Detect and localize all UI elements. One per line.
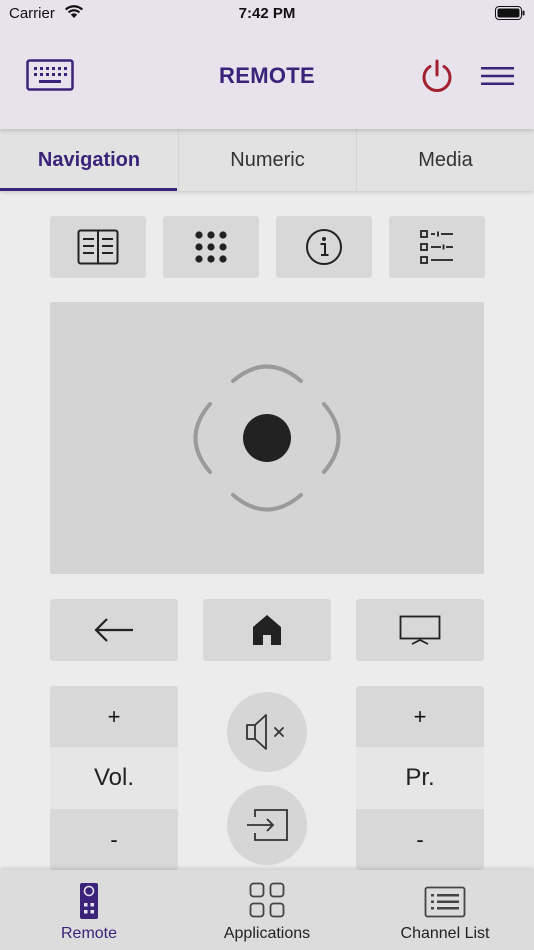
bottom-tab-channel-list[interactable]: Channel List [356,870,534,950]
touchpad[interactable] [50,302,484,574]
bottom-tab-remote[interactable]: Remote [0,870,178,950]
tab-label: Numeric [230,148,305,171]
program-rocker: + Pr. - [356,686,484,870]
tv-icon [399,615,441,645]
status-time: 7:42 PM [238,5,296,22]
channel-list-icon [424,886,466,918]
info-button[interactable] [276,216,372,278]
guide-button[interactable] [50,216,146,278]
list-icon [420,230,453,264]
volume-up-button[interactable]: + [50,686,178,747]
top-bar: Carrier 7:42 PM REMOTE [0,0,534,129]
tab-navigation[interactable]: Navigation [0,129,178,191]
program-down-button[interactable]: - [356,809,484,870]
tab-label: Navigation [37,148,141,171]
volume-label: Vol. [50,747,178,809]
mute-button[interactable] [227,692,307,772]
tab-label: Media [418,148,473,171]
power-icon[interactable] [419,58,455,94]
remote-icon [80,883,98,919]
bottom-tab-label: Channel List [400,925,490,942]
bottom-tab-bar: Remote Applications Channel List [0,870,534,950]
volume-rocker: + Vol. - [50,686,178,870]
dpad-ok-icon [193,364,341,512]
tab-media[interactable]: Media [356,129,534,191]
tv-button[interactable] [356,599,484,661]
apps-grid-icon [249,882,285,918]
hamburger-menu-icon[interactable] [481,64,514,88]
source-input-button[interactable] [227,785,307,865]
home-icon [253,615,281,645]
home-button[interactable] [203,599,331,661]
active-tab-indicator [0,188,177,191]
back-arrow-icon [94,618,133,642]
guide-icon [77,229,119,265]
bottom-tab-label: Applications [223,925,311,942]
source-input-icon [247,809,288,841]
program-up-button[interactable]: + [356,686,484,747]
numpad-button[interactable] [163,216,259,278]
info-icon [306,229,342,265]
bottom-tab-label: Remote [60,925,118,942]
volume-down-button[interactable]: - [50,809,178,870]
status-bar: Carrier 7:42 PM [0,0,534,28]
back-button[interactable] [50,599,178,661]
program-label: Pr. [356,747,484,809]
list-button[interactable] [389,216,485,278]
numpad-icon [195,231,227,263]
tab-numeric[interactable]: Numeric [178,129,356,191]
tab-bar: Navigation Numeric Media [0,129,534,191]
battery-icon [495,6,525,20]
bottom-tab-applications[interactable]: Applications [178,870,356,950]
mute-icon [246,714,284,750]
